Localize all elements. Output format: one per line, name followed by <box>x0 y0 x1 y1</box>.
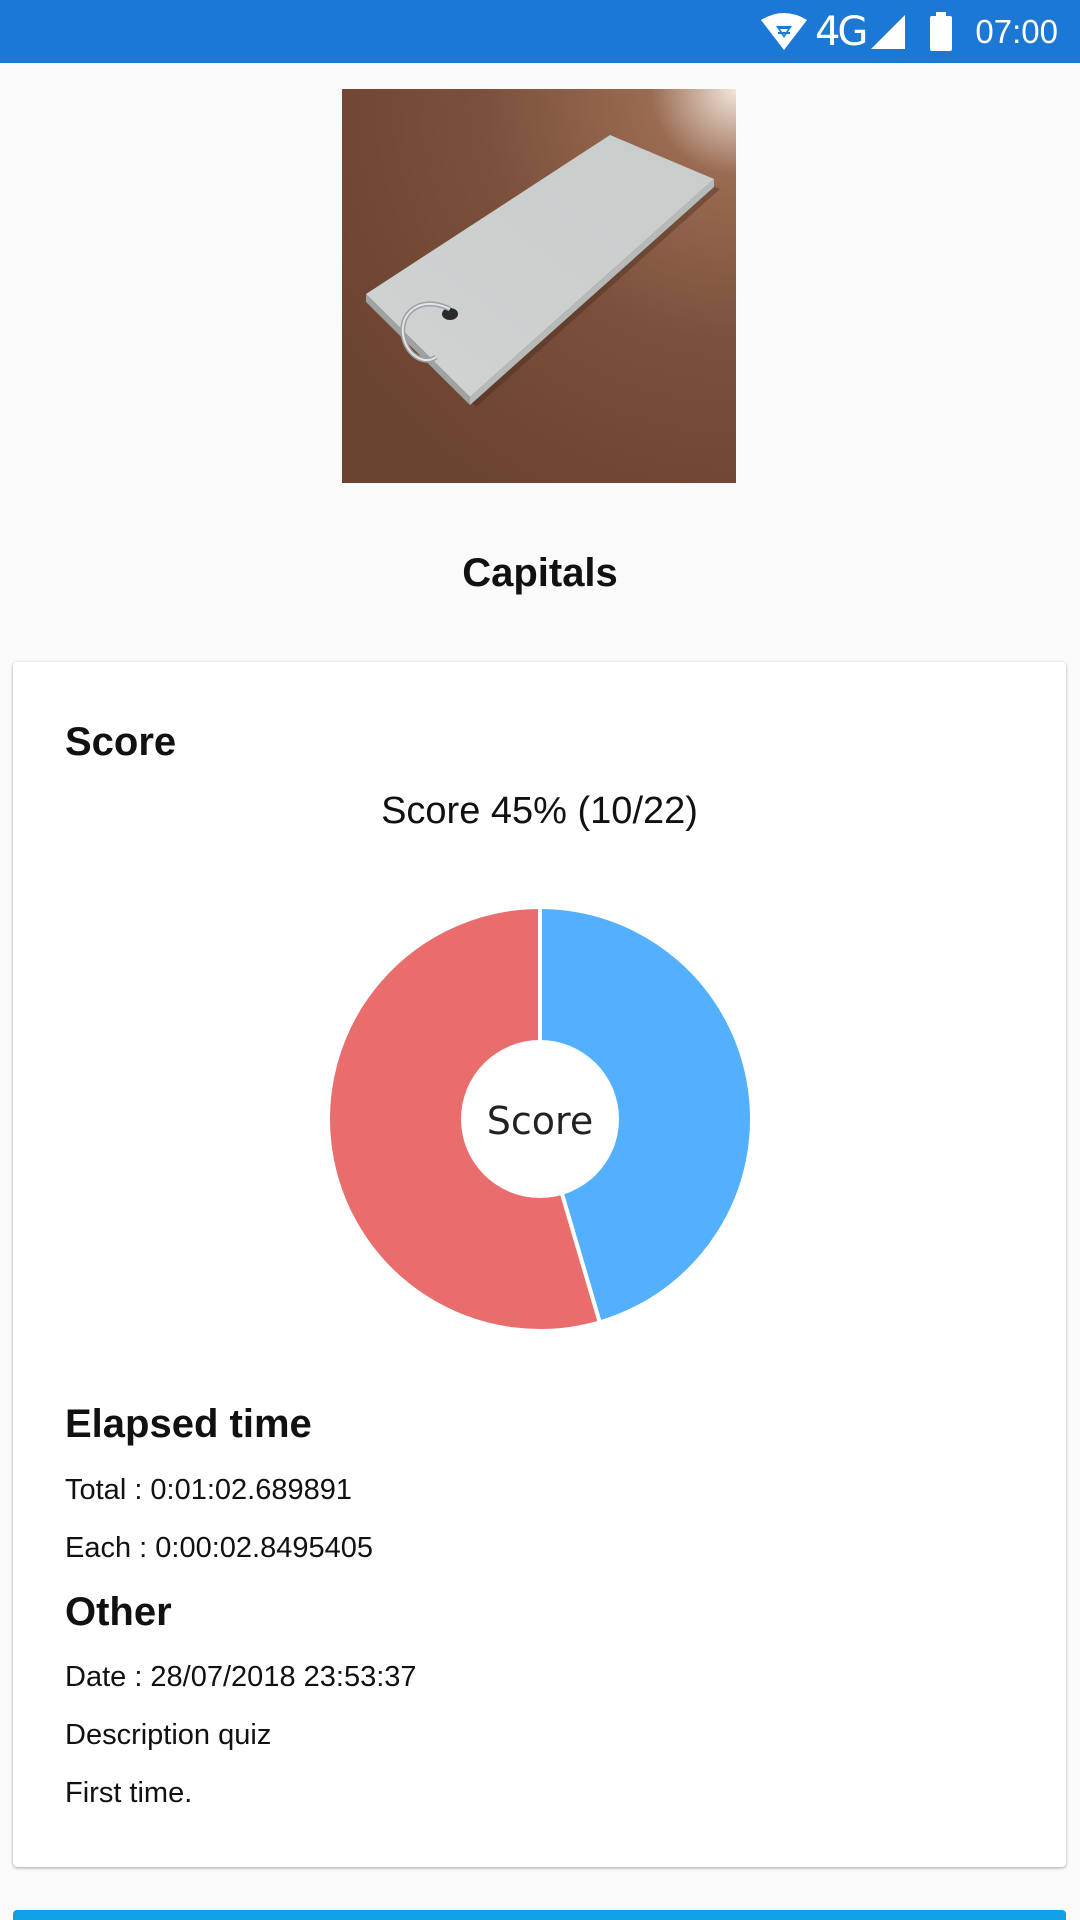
status-icons: 4G 07:00 <box>759 0 1058 63</box>
elapsed-time-heading: Elapsed time <box>65 1402 312 1446</box>
donut-center-label: Score <box>487 1099 593 1143</box>
status-bar: 4G 07:00 <box>0 0 1080 63</box>
score-caption: Score 45% (10/22) <box>381 790 698 832</box>
quiz-date: Date : 28/07/2018 23:53:37 <box>65 1661 417 1693</box>
wifi-icon <box>759 12 809 52</box>
cell-signal-icon <box>869 13 907 51</box>
network-type-label: 4G <box>814 8 868 55</box>
other-heading: Other <box>65 1590 172 1634</box>
quiz-cover-image <box>342 89 736 483</box>
quiz-note: First time. <box>65 1777 193 1809</box>
battery-icon <box>929 11 953 52</box>
results-card: Score Score 45% (10/22) Score Elapsed ti… <box>13 662 1066 1867</box>
score-heading: Score <box>65 720 177 764</box>
key-tag-card-icon <box>342 89 736 483</box>
quiz-description: Description quiz <box>65 1719 272 1751</box>
score-donut-chart: Score <box>326 905 754 1333</box>
bottom-action-button[interactable] <box>13 1910 1066 1920</box>
elapsed-total: Total : 0:01:02.689891 <box>65 1474 353 1506</box>
status-time: 07:00 <box>975 12 1058 50</box>
elapsed-each: Each : 0:00:02.8495405 <box>65 1532 373 1564</box>
quiz-title: Capitals <box>462 551 618 595</box>
